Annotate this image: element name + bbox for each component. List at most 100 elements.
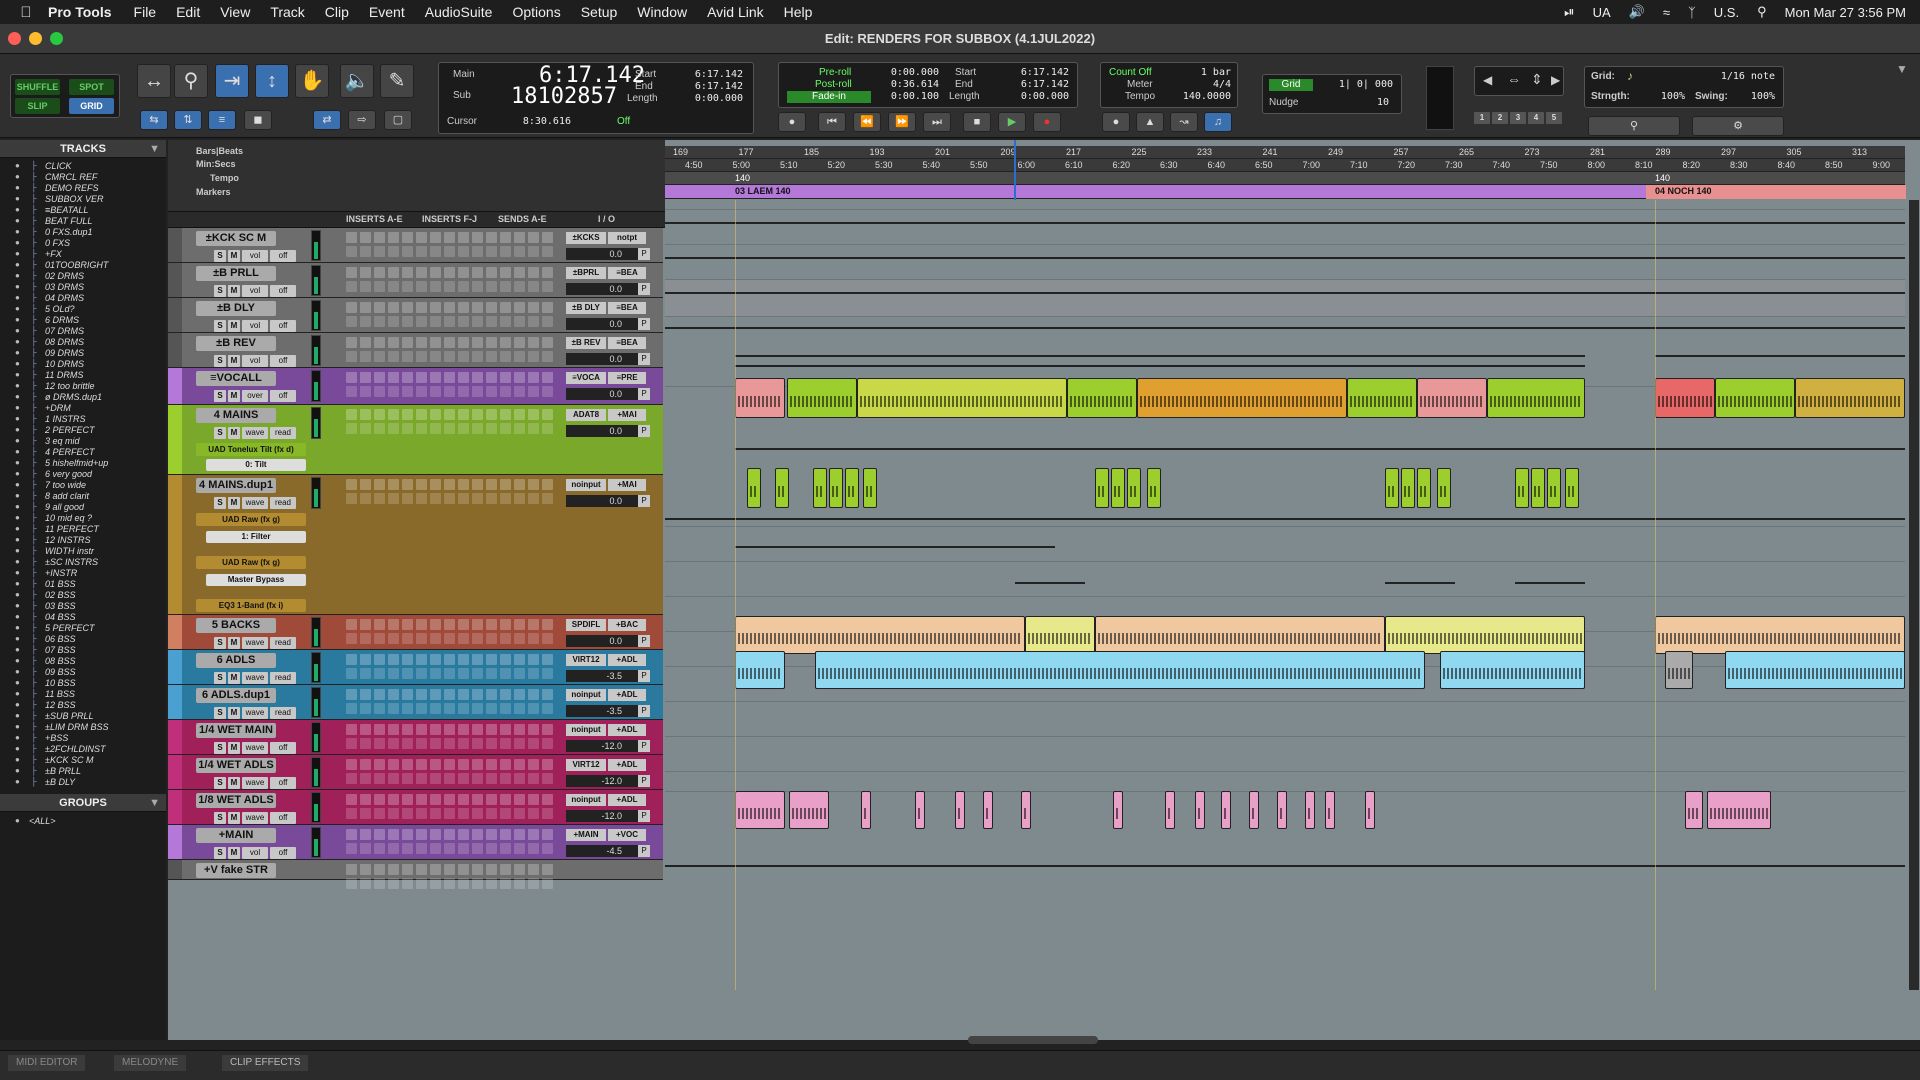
send-slot[interactable] [486,423,497,434]
audio-clip[interactable] [1325,791,1335,829]
filter-automation-line[interactable] [665,518,1905,520]
play-icon[interactable]: ▶ [998,112,1026,132]
strength-value[interactable]: 100% [1645,91,1685,102]
send-slot[interactable] [458,843,469,854]
postroll-value[interactable]: 0:36.614 [879,79,939,90]
scroll-left-icon[interactable]: ◀ [1483,73,1492,87]
insert-slot[interactable] [542,479,553,490]
send-slot[interactable] [374,423,385,434]
audio-clip[interactable] [1547,468,1561,508]
track-list-item[interactable]: ● ├ 04 BSS [0,611,166,622]
track-list-item[interactable]: ● ├ 1 INSTRS [0,413,166,424]
insert-slot[interactable] [346,267,357,278]
insert-slot[interactable] [542,794,553,805]
app-name-menu[interactable]: Pro Tools [48,4,112,20]
insert-slot[interactable] [360,654,371,665]
send-slot[interactable] [514,493,525,504]
insert-slot[interactable] [500,759,511,770]
insert-slot[interactable] [360,724,371,735]
insert-slot[interactable] [374,864,385,875]
send-slot[interactable] [542,878,553,889]
send-slot[interactable] [500,423,511,434]
insert-slot[interactable] [500,302,511,313]
track-zoom-icon[interactable]: ⇅ [174,110,202,130]
send-slot[interactable] [458,246,469,257]
track-show-icon[interactable]: ● [15,601,21,610]
pan-button[interactable]: P [638,388,650,400]
tab-midi-editor[interactable]: MIDI EDITOR [8,1055,86,1071]
insert-slot[interactable] [458,794,469,805]
insert-slot[interactable] [514,372,525,383]
output-selector[interactable]: +ADL [608,654,646,666]
send-slot[interactable] [388,843,399,854]
send-slot[interactable] [374,878,385,889]
insert-slot[interactable] [528,829,539,840]
insert-slot[interactable] [388,372,399,383]
track-show-icon[interactable]: ● [15,392,21,401]
input-selector[interactable]: VIRT12 [566,759,606,771]
mirror-midi-icon[interactable]: ⇨ [348,110,376,130]
insert-slot[interactable] [402,409,413,420]
send-slot[interactable] [416,773,427,784]
insert-slot[interactable] [514,302,525,313]
send-slot[interactable] [514,246,525,257]
insert-slot[interactable] [486,794,497,805]
countoff-value[interactable]: 1 bar [1181,67,1231,78]
plugin-name[interactable]: UAD Raw (fx g) [196,513,306,526]
insert-slot[interactable] [472,829,483,840]
audio-clip[interactable] [1385,468,1399,508]
plugin-param[interactable]: 1: Filter [206,531,306,543]
track-list-item[interactable]: ● ├ 10 DRMS [0,358,166,369]
input-selector[interactable]: ±BPRL [566,267,606,279]
track-show-icon[interactable]: ● [15,513,21,522]
send-slot[interactable] [528,633,539,644]
mute-button[interactable]: M [228,777,240,789]
send-slot[interactable] [472,668,483,679]
track-show-icon[interactable]: ● [15,491,21,500]
swing-value[interactable]: 100% [1735,91,1775,102]
track-list-item[interactable]: ● ├ +DRM [0,402,166,413]
send-slot[interactable] [528,281,539,292]
track-show-icon[interactable]: ● [15,469,21,478]
insert-slot[interactable] [472,337,483,348]
track-name[interactable]: 6 ADLS [196,653,276,668]
audio-clip[interactable] [1137,378,1347,418]
insert-slot[interactable] [486,619,497,630]
audio-clip[interactable] [1111,468,1125,508]
send-slot[interactable] [514,423,525,434]
insert-slot[interactable] [374,619,385,630]
send-slot[interactable] [444,878,455,889]
pan-button[interactable]: P [638,283,650,295]
ua-status[interactable]: UA [1593,5,1611,20]
zoom-toggle-icon[interactable]: ↔ [137,64,171,98]
volume-value[interactable]: 0.0 [566,635,646,647]
solo-button[interactable]: S [214,497,226,509]
audio-clip[interactable] [787,378,857,418]
audio-clip[interactable] [1715,378,1795,418]
markers-ruler[interactable]: 03 LAEM 140 04 NOCH 140 [665,185,1906,199]
track-header[interactable]: 4 MAINS.dup1 S Mwave read noinput +MAI 0.0 P UAD… [168,475,663,629]
track-show-icon[interactable]: ● [15,777,21,786]
insert-slot[interactable] [416,267,427,278]
insert-slot[interactable] [528,232,539,243]
insert-slot[interactable] [416,479,427,490]
track-show-icon[interactable]: ● [15,381,21,390]
track-show-icon[interactable]: ● [15,370,21,379]
insert-slot[interactable] [486,864,497,875]
send-slot[interactable] [346,246,357,257]
insert-slot[interactable] [500,267,511,278]
track-header[interactable]: ±B PRLL S Mvol off ±BPRL ≡BEA 0.0 P [168,263,663,298]
insert-slot[interactable] [374,409,385,420]
bypass-automation-line[interactable] [1385,582,1455,584]
insert-slot[interactable] [374,759,385,770]
zoom-preset-2[interactable]: 2 [1492,112,1508,124]
send-slot[interactable] [528,423,539,434]
folder-clip-line[interactable] [735,365,1585,367]
minsecs-ruler[interactable]: 4:50 5:00 5:10 5:20 5:30 5:40 5:50 6:00 6:10 6:20… [665,159,1905,172]
send-slot[interactable] [458,703,469,714]
menu-avid-link[interactable]: Avid Link [707,4,764,20]
insert-slot[interactable] [430,267,441,278]
send-slot[interactable] [360,246,371,257]
insert-slot[interactable] [486,689,497,700]
automation-mode-selector[interactable]: read [270,427,296,439]
